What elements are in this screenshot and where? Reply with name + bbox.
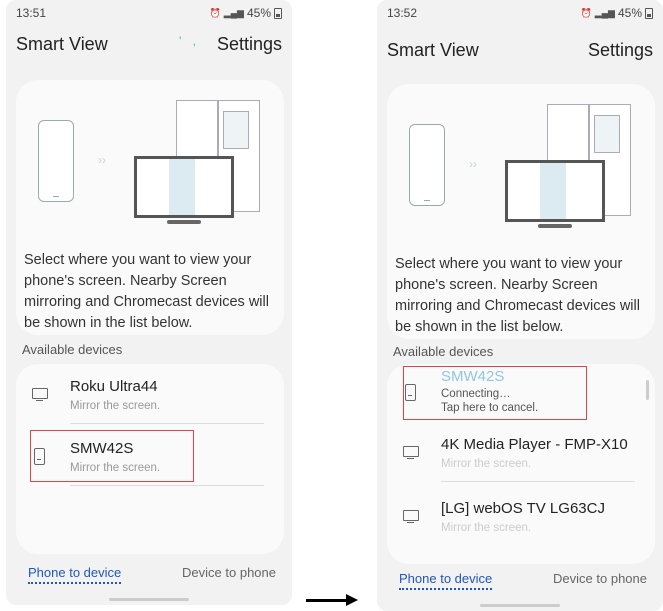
divider: [70, 423, 264, 424]
smart-view-hero-card: ›› Select where you want to view your ph…: [16, 80, 284, 335]
alarm-icon: ⏰: [580, 7, 592, 18]
page-title: Smart View: [16, 34, 108, 54]
alarm-icon: ⏰: [209, 7, 221, 18]
battery-percent: 45%: [617, 6, 642, 20]
bottom-tab-bar: Phone to device Device to phone: [20, 561, 278, 585]
app-header: Smart View Settings: [387, 40, 653, 68]
tv-illustration: [505, 160, 605, 228]
available-devices-label: Available devices: [22, 342, 123, 357]
tab-phone-to-device[interactable]: Phone to device: [399, 571, 493, 590]
home-indicator: [480, 604, 560, 607]
transition-arrow-icon: [306, 594, 358, 606]
signal-icon: ▂▄▆: [594, 7, 615, 18]
monitor-icon: [32, 386, 48, 402]
status-icons: ⏰ ▂▄▆ 45%: [210, 6, 282, 20]
description-text: Select where you want to view your phone…: [395, 256, 640, 335]
status-time: 13:51: [16, 6, 47, 20]
loading-indicator: ' ,: [179, 34, 200, 48]
settings-button[interactable]: Settings: [588, 40, 653, 61]
selection-highlight-box: [30, 430, 194, 482]
device-list: Roku Ultra44 Mirror the screen. SMW42S M…: [16, 364, 284, 554]
divider: [70, 485, 264, 486]
selection-highlight-box: [403, 366, 587, 420]
arrow-icon: ››: [98, 153, 106, 167]
status-icons: ⏰ ▂▄▆ 45%: [581, 6, 653, 20]
status-bar: 13:52 ⏰ ▂▄▆ 45%: [387, 6, 653, 22]
device-name: Roku Ultra44: [70, 378, 158, 395]
device-subtitle: Mirror the screen.: [70, 400, 161, 412]
battery-icon: [645, 7, 653, 19]
divider: [441, 481, 635, 482]
description-text: Select where you want to view your phone…: [24, 252, 269, 331]
arrow-icon: ››: [469, 157, 477, 171]
device-list: SMW42S Connecting… Tap here to cancel. 4…: [387, 364, 655, 564]
phone-screen-before: 13:51 ⏰ ▂▄▆ 45% Smart View ' , Settings …: [6, 0, 292, 605]
page-title: Smart View: [387, 40, 479, 60]
tab-device-to-phone[interactable]: Device to phone: [553, 571, 647, 586]
device-subtitle: Mirror the screen.: [441, 522, 532, 534]
device-item-4k-media-player[interactable]: 4K Media Player - FMP-X10 Mirror the scr…: [387, 426, 655, 482]
home-indicator: [109, 598, 189, 601]
battery-icon: [274, 7, 282, 19]
phone-screen-after: 13:52 ⏰ ▂▄▆ 45% Smart View Settings ›› S…: [377, 0, 663, 611]
available-devices-label: Available devices: [393, 344, 494, 359]
battery-percent: 45%: [246, 6, 271, 20]
tab-phone-to-device[interactable]: Phone to device: [28, 565, 122, 584]
device-subtitle: Mirror the screen.: [441, 458, 532, 470]
status-bar: 13:51 ⏰ ▂▄▆ 45%: [16, 6, 282, 22]
smart-view-illustration: ››: [16, 98, 284, 228]
tab-device-to-phone[interactable]: Device to phone: [182, 565, 276, 580]
phone-illustration: [38, 120, 74, 202]
status-time: 13:52: [387, 6, 418, 20]
tv-illustration: [134, 156, 234, 224]
signal-icon: ▂▄▆: [223, 7, 244, 18]
monitor-icon: [403, 508, 419, 524]
device-name: 4K Media Player - FMP-X10: [441, 436, 628, 453]
smart-view-illustration: ››: [387, 102, 655, 232]
device-item-lg-webos-tv[interactable]: [LG] webOS TV LG63CJ Mirror the screen.: [387, 490, 655, 546]
device-name: [LG] webOS TV LG63CJ: [441, 500, 605, 517]
smart-view-hero-card: ›› Select where you want to view your ph…: [387, 84, 655, 339]
monitor-icon: [403, 444, 419, 460]
phone-illustration: [409, 124, 445, 206]
bottom-tab-bar: Phone to device Device to phone: [391, 567, 649, 591]
device-item-roku[interactable]: Roku Ultra44 Mirror the screen.: [16, 368, 284, 424]
settings-button[interactable]: Settings: [217, 34, 282, 55]
app-header: Smart View ' , Settings: [16, 34, 282, 62]
